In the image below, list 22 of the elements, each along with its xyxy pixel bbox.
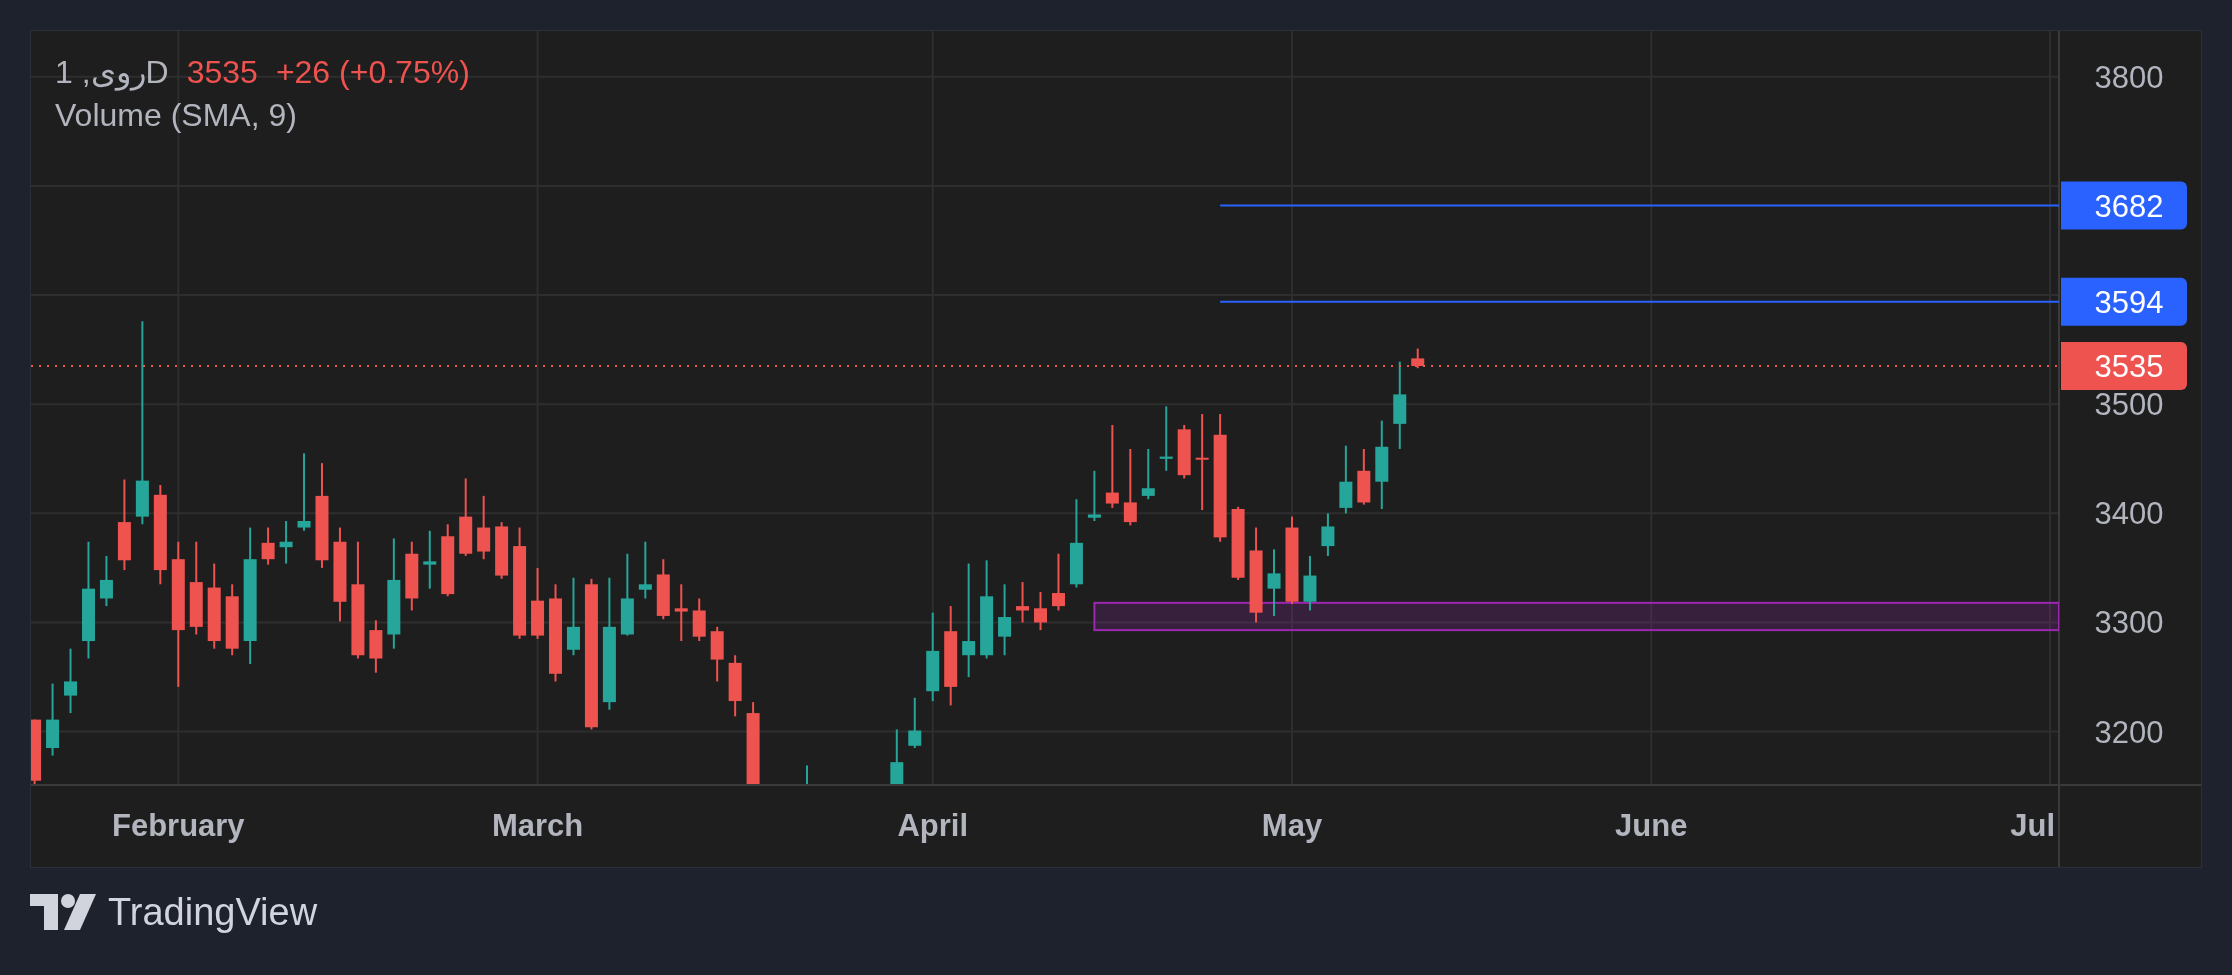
logo-icon[interactable] — [30, 894, 96, 930]
price-axis-label: 3400 — [2094, 496, 2164, 532]
price-axis-label: 3300 — [2094, 605, 2164, 641]
price-badge-label: 3594 — [2094, 284, 2164, 320]
horizontal-line[interactable] — [1219, 204, 2059, 207]
price-axis-label: 3800 — [2094, 59, 2164, 95]
price-badge-label: 3535 — [2094, 349, 2164, 385]
time-axis-label: February — [111, 808, 245, 843]
price-axis-label: 3200 — [2094, 714, 2164, 750]
price-badge-label: 3682 — [2094, 188, 2164, 224]
symbol-interval-label: 1 ,رویD — [55, 53, 169, 91]
price-axis-label: 3500 — [2094, 387, 2164, 423]
time-axis-label: May — [1261, 808, 1323, 843]
brand-name[interactable]: TradingView — [108, 890, 318, 934]
last-price: 3535 — [186, 54, 258, 91]
time-axis-label: Jul — [2010, 808, 2055, 843]
price-change: +26 (+0.75%) — [275, 54, 470, 91]
horizontal-line[interactable] — [1219, 300, 2059, 303]
time-axis-label: March — [491, 808, 584, 843]
time-axis-label: April — [897, 808, 969, 843]
time-axis-label: June — [1615, 808, 1688, 843]
indicator-label: Volume (SMA, 9) — [55, 97, 298, 134]
